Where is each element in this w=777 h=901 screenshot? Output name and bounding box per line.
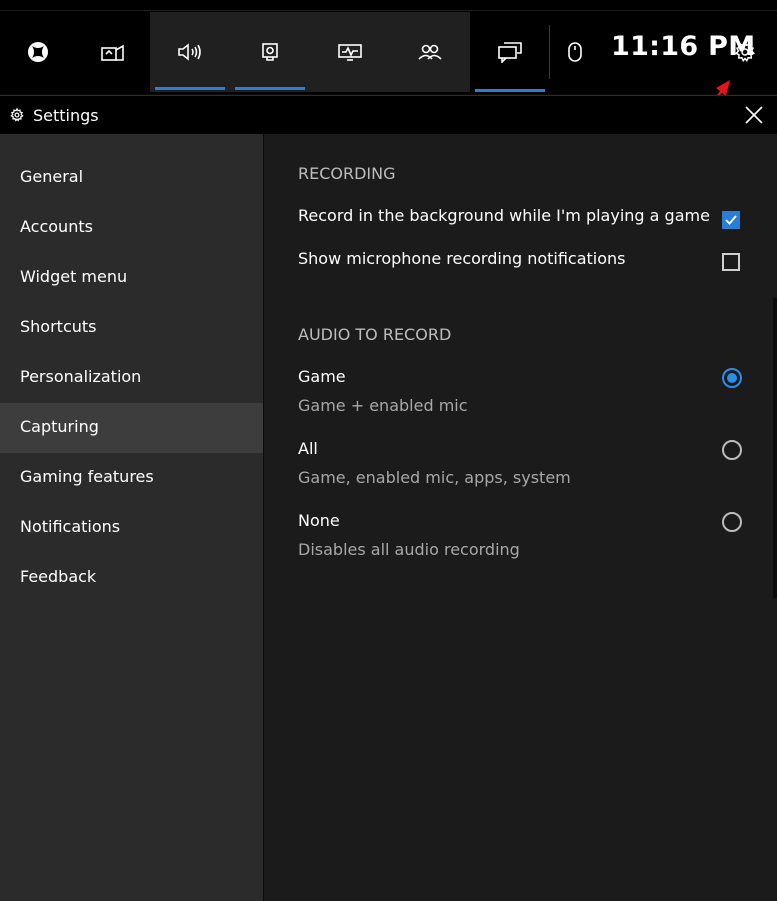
widget-group: [150, 12, 470, 92]
mouse-icon: [568, 42, 582, 62]
audio-option-game-label: Game: [298, 367, 346, 386]
close-icon[interactable]: [744, 105, 764, 125]
audio-heading: AUDIO TO RECORD: [298, 325, 452, 344]
audio-option-all-desc: Game, enabled mic, apps, system: [298, 468, 571, 487]
sidebar-item-personalization[interactable]: Personalization: [0, 353, 263, 403]
resources-icon: [338, 44, 362, 61]
settings-content: RECORDING Record in the background while…: [264, 134, 777, 901]
audio-option-game-radio[interactable]: [722, 368, 742, 388]
audio-icon: [178, 43, 201, 61]
social-icon: [418, 44, 442, 60]
chat-active-indicator: [475, 89, 545, 92]
sidebar-item-widget-menu[interactable]: Widget menu: [0, 253, 263, 303]
audio-option-all-label: All: [298, 439, 318, 458]
background-recording-label: Record in the background while I'm playi…: [298, 206, 710, 225]
sidebar-item-capturing[interactable]: Capturing: [0, 403, 263, 453]
gear-icon: [10, 108, 24, 122]
sidebar-item-label: Accounts: [20, 217, 93, 236]
separator: [549, 25, 550, 79]
audio-option-game-desc: Game + enabled mic: [298, 396, 468, 415]
sidebar-item-general[interactable]: General: [0, 153, 263, 203]
sidebar-item-accounts[interactable]: Accounts: [0, 203, 263, 253]
game-bar: 11:16 PM: [0, 0, 777, 94]
audio-widget-button[interactable]: [150, 12, 230, 92]
chat-icon: [498, 42, 522, 63]
sidebar-item-label: Shortcuts: [20, 317, 97, 336]
performance-button[interactable]: [75, 12, 150, 92]
settings-title: Settings: [33, 106, 99, 125]
audio-option-all-radio[interactable]: [722, 440, 742, 460]
capture-active-indicator: [235, 87, 305, 90]
recording-heading: RECORDING: [298, 164, 396, 183]
settings-sidebar: General Accounts Widget menu Shortcuts P…: [0, 134, 263, 901]
mouse-button[interactable]: [556, 12, 594, 92]
audio-active-indicator: [155, 87, 225, 90]
xbox-button[interactable]: [0, 12, 75, 92]
chat-button[interactable]: [475, 12, 545, 92]
xbox-icon: [27, 42, 48, 62]
sidebar-item-label: Feedback: [20, 567, 97, 586]
sidebar-item-label: Notifications: [20, 517, 121, 536]
capture-widget-button[interactable]: [230, 12, 310, 92]
sidebar-item-notifications[interactable]: Notifications: [0, 503, 263, 553]
social-widget-button[interactable]: [390, 12, 470, 92]
audio-option-none-label: None: [298, 511, 340, 530]
sidebar-item-label: Personalization: [20, 367, 142, 386]
mic-notifications-label: Show microphone recording notifications: [298, 249, 626, 268]
background-recording-checkbox[interactable]: [722, 211, 740, 229]
sidebar-item-gaming-features[interactable]: Gaming features: [0, 453, 263, 503]
mic-notifications-checkbox[interactable]: [722, 253, 740, 271]
resources-widget-button[interactable]: [310, 12, 390, 92]
audio-option-none-desc: Disables all audio recording: [298, 540, 520, 559]
gear-icon: [734, 41, 756, 62]
sidebar-item-label: Capturing: [20, 417, 99, 436]
performance-icon: [100, 44, 124, 61]
sidebar-item-shortcuts[interactable]: Shortcuts: [0, 303, 263, 353]
sidebar-item-label: Gaming features: [20, 467, 154, 486]
top-divider: [0, 10, 777, 11]
sidebar-item-label: General: [20, 167, 84, 186]
sidebar-item-label: Widget menu: [20, 267, 128, 286]
settings-titlebar: Settings: [0, 95, 777, 135]
checkmark-icon: [725, 215, 737, 225]
window-edge: [773, 298, 777, 598]
audio-option-none-radio[interactable]: [722, 512, 742, 532]
capture-icon: [262, 43, 278, 61]
sidebar-item-feedback[interactable]: Feedback: [0, 553, 263, 603]
